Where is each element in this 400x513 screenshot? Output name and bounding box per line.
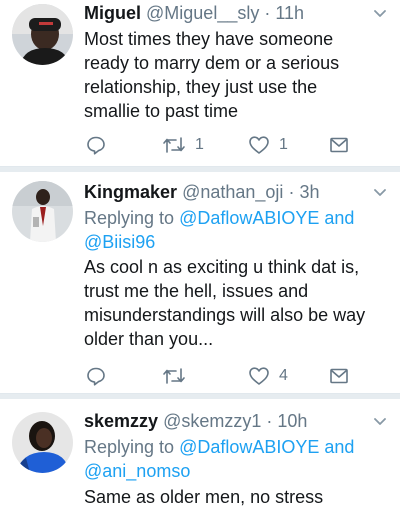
timestamp[interactable]: 10h bbox=[277, 411, 307, 431]
tweet-text-line: smallie to past time bbox=[84, 101, 239, 121]
mention-link[interactable]: @Biisi96 bbox=[84, 232, 155, 252]
mail-icon bbox=[330, 137, 348, 153]
avatar[interactable] bbox=[12, 181, 73, 242]
retweet-count: 1 bbox=[195, 136, 204, 153]
like-button[interactable]: 1 bbox=[248, 134, 288, 156]
display-name[interactable]: Miguel bbox=[84, 3, 141, 23]
tweet-actions: 1 1 bbox=[84, 134, 384, 156]
timestamp[interactable]: 11h bbox=[275, 3, 304, 23]
tweet-text: As cool n as exciting u think dat is, tr… bbox=[84, 255, 388, 351]
tweet-actions: 4 bbox=[84, 365, 384, 387]
tweet-text-line: Same as older men, no stress bbox=[84, 487, 324, 507]
like-count: 1 bbox=[279, 136, 288, 153]
user-handle[interactable]: @nathan_oji bbox=[182, 182, 283, 202]
user-handle[interactable]: @skemzzy1 bbox=[163, 411, 261, 431]
retweet-icon bbox=[163, 137, 185, 153]
mention-joiner: and bbox=[319, 208, 355, 228]
replying-to: Replying to @DaflowABIOYE and @ani_nomso bbox=[84, 435, 388, 483]
tweet-text-line: ready to marry dem or a serious bbox=[84, 53, 340, 73]
reply-button[interactable] bbox=[86, 134, 106, 156]
tweet-miguel[interactable]: Miguel @Miguel__sly · 11h Most times the… bbox=[0, 0, 400, 165]
tweet-text-line: misunderstandings will also be way bbox=[84, 305, 366, 325]
reply-icon bbox=[87, 136, 105, 155]
avatar[interactable] bbox=[12, 412, 73, 473]
chevron-down-icon[interactable] bbox=[374, 189, 386, 197]
avatar[interactable] bbox=[12, 4, 73, 65]
chevron-down-icon[interactable] bbox=[374, 418, 386, 426]
tweet-skemzzy[interactable]: skemzzy @skemzzy1 · 10h Replying to @Daf… bbox=[0, 399, 400, 513]
tweet-text-line: older than you... bbox=[84, 329, 214, 349]
reply-icon bbox=[87, 367, 105, 386]
user-handle[interactable]: @Miguel__sly bbox=[146, 3, 259, 23]
tweet-kingmaker[interactable]: Kingmaker @nathan_oji · 3h Replying to @… bbox=[0, 172, 400, 392]
tweet-text-line: relationship, they just use the bbox=[84, 77, 318, 97]
avatar-image bbox=[12, 4, 73, 65]
like-icon bbox=[249, 367, 269, 385]
direct-message-button[interactable] bbox=[329, 365, 349, 387]
like-button[interactable]: 4 bbox=[248, 365, 288, 387]
mention-link[interactable]: @DaflowABIOYE bbox=[179, 437, 319, 457]
avatar-image bbox=[12, 181, 73, 242]
separator-dot: · bbox=[264, 3, 271, 23]
retweet-icon bbox=[163, 368, 185, 384]
chevron-down-icon[interactable] bbox=[374, 10, 386, 18]
tweet-text-line: Most times they have someone bbox=[84, 29, 334, 49]
tweet-text-line: trust me the hell, issues and bbox=[84, 281, 309, 301]
timestamp[interactable]: 3h bbox=[299, 182, 319, 202]
retweet-button[interactable]: 1 bbox=[162, 134, 204, 156]
mention-link[interactable]: @ani_nomso bbox=[84, 461, 190, 481]
tweet-header: Miguel @Miguel__sly · 11h bbox=[84, 1, 370, 25]
mention-joiner: and bbox=[319, 437, 355, 457]
like-count: 4 bbox=[279, 367, 288, 384]
tweet-text: Most times they have someone ready to ma… bbox=[84, 27, 388, 123]
replying-to: Replying to @DaflowABIOYE and @Biisi96 bbox=[84, 206, 388, 254]
avatar-image bbox=[12, 412, 73, 473]
direct-message-button[interactable] bbox=[329, 134, 349, 156]
separator-dot: · bbox=[288, 182, 295, 202]
tweet-header: Kingmaker @nathan_oji · 3h bbox=[84, 180, 370, 204]
like-icon bbox=[249, 136, 269, 154]
separator-dot: · bbox=[266, 411, 273, 431]
tweet-header: skemzzy @skemzzy1 · 10h bbox=[84, 409, 370, 433]
retweet-button[interactable] bbox=[162, 365, 186, 387]
replying-to-label: Replying to bbox=[84, 208, 180, 228]
tweet-text: Same as older men, no stress bbox=[84, 485, 388, 509]
mail-icon bbox=[330, 368, 348, 384]
replying-to-label: Replying to bbox=[84, 437, 180, 457]
display-name[interactable]: Kingmaker bbox=[84, 182, 177, 202]
reply-button[interactable] bbox=[86, 365, 106, 387]
display-name[interactable]: skemzzy bbox=[84, 411, 158, 431]
tweet-text-line: As cool n as exciting u think dat is, bbox=[84, 257, 360, 277]
mention-link[interactable]: @DaflowABIOYE bbox=[179, 208, 319, 228]
